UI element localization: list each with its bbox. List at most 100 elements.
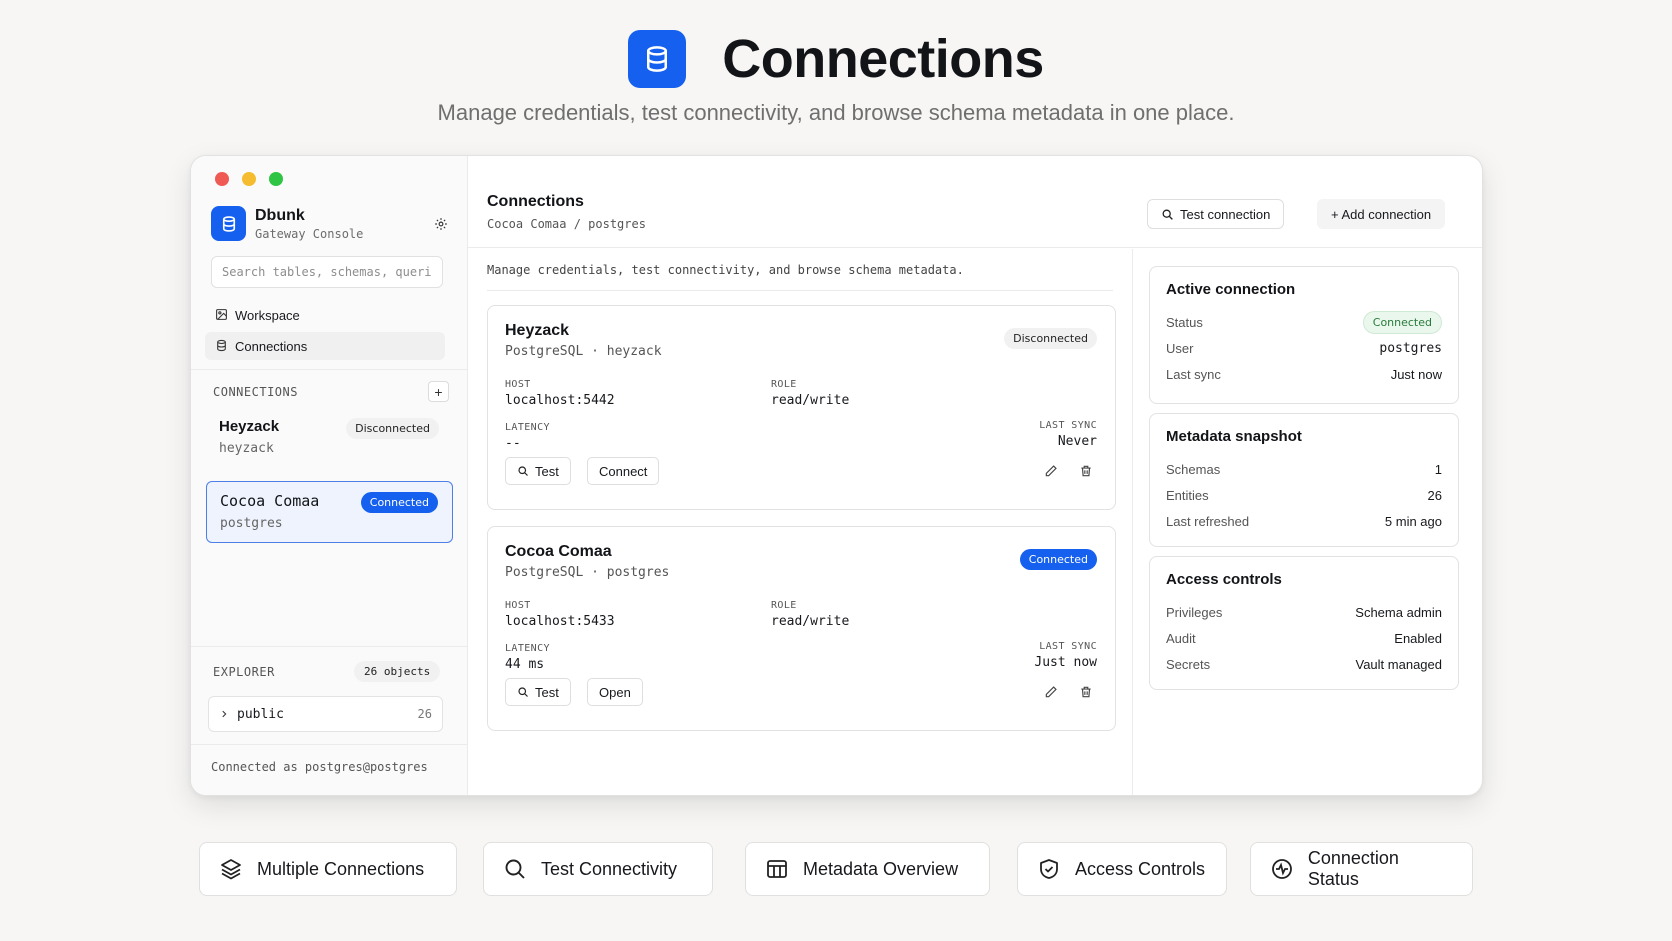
feature-test-connectivity: Test Connectivity	[483, 842, 713, 896]
shield-check-icon	[1036, 856, 1062, 882]
kv-value: Enabled	[1394, 630, 1442, 646]
connection-footer-status: Connected as postgres@postgres	[211, 760, 428, 774]
test-button[interactable]: Test	[505, 678, 571, 706]
status-badge: Connected	[1019, 549, 1097, 570]
edit-icon[interactable]	[1041, 682, 1061, 702]
latency-label: LATENCY	[505, 422, 550, 433]
last-sync-value: Just now	[1034, 655, 1097, 670]
database-icon	[211, 206, 246, 241]
table-icon	[764, 856, 790, 882]
kv-value: 1	[1434, 461, 1442, 477]
panel-title: Metadata snapshot	[1166, 428, 1302, 445]
search-icon	[502, 856, 528, 882]
nav-connections[interactable]: Connections	[205, 332, 445, 360]
search-icon	[517, 465, 529, 477]
feature-list: Multiple Connections Test Connectivity M…	[0, 842, 1672, 896]
explorer-count-badge: 26 objects	[354, 661, 441, 682]
test-button-label: Test	[535, 463, 559, 479]
nav-label: Connections	[235, 338, 308, 354]
kv-key: Entities	[1166, 487, 1209, 503]
connections-list: Manage credentials, test connectivity, a…	[468, 249, 1132, 795]
test-button[interactable]: Test	[505, 457, 571, 485]
divider	[191, 744, 468, 745]
add-connection-mini-button[interactable]: +	[428, 381, 449, 402]
kv-value: 5 min ago	[1384, 513, 1442, 529]
tree-item-label: public	[237, 706, 284, 722]
feature-label: Metadata Overview	[803, 858, 959, 879]
app-window: Dbunk Gateway Console Workspace Connecti…	[190, 155, 1483, 796]
kv-key: Last sync	[1166, 366, 1221, 382]
last-sync-label: LAST SYNC	[1039, 641, 1097, 652]
search-input[interactable]	[211, 256, 443, 288]
database-icon	[628, 30, 687, 88]
connect-button[interactable]: Connect	[587, 457, 660, 485]
breadcrumb: Cocoa Comaa / postgres	[487, 217, 646, 231]
panel-title: Active connection	[1166, 281, 1296, 298]
layers-icon	[218, 856, 244, 882]
test-connection-button[interactable]: Test connection	[1147, 199, 1285, 229]
brand: Dbunk Gateway Console	[211, 206, 451, 241]
chevron-right-icon	[219, 709, 229, 719]
kv-key: Status	[1166, 314, 1203, 330]
card-title: Cocoa Comaa	[505, 543, 612, 560]
host-label: HOST	[505, 379, 531, 390]
edit-icon[interactable]	[1041, 461, 1061, 481]
kv-key: Secrets	[1166, 656, 1211, 672]
role-value: read/write	[771, 393, 850, 408]
role-value: read/write	[771, 614, 850, 629]
database-icon	[215, 339, 229, 353]
search-icon	[517, 686, 529, 698]
card-subtitle: PostgreSQL · heyzack	[505, 344, 662, 359]
sidebar-connection-heyzack[interactable]: Heyzack heyzack Disconnected	[206, 408, 453, 470]
nav-workspace[interactable]: Workspace	[205, 301, 445, 329]
main-area: Connections Cocoa Comaa / postgres Test …	[468, 156, 1482, 795]
feature-connection-status: Connection Status	[1250, 842, 1473, 896]
nav-label: Workspace	[235, 307, 300, 323]
hero-title: Connections	[722, 29, 1044, 89]
open-button[interactable]: Open	[587, 678, 643, 706]
status-badge: Disconnected	[1004, 328, 1097, 349]
latency-label: LATENCY	[505, 643, 550, 654]
connection-card-cocoa-comaa: Cocoa Comaa PostgreSQL · postgres Connec…	[487, 526, 1116, 731]
kv-value: Just now	[1390, 366, 1442, 382]
page-title: Connections	[487, 193, 584, 210]
brand-name: Dbunk	[255, 206, 305, 224]
last-sync-label: LAST SYNC	[1039, 420, 1097, 431]
trash-icon[interactable]	[1076, 461, 1096, 481]
last-sync-value: Never	[1057, 434, 1097, 449]
activity-icon	[1269, 856, 1295, 882]
tree-item-public[interactable]: public 26	[208, 696, 443, 732]
details-panel: Active connection Status Connected User po…	[1133, 249, 1482, 795]
connections-section-label: CONNECTIONS	[213, 385, 298, 399]
status-badge: Connected	[1362, 310, 1442, 334]
gear-icon[interactable]	[431, 214, 451, 234]
description: Manage credentials, test connectivity, a…	[487, 263, 964, 277]
host-value: localhost:5433	[505, 614, 615, 629]
trash-icon[interactable]	[1076, 682, 1096, 702]
active-connection-panel: Active connection Status Connected User po…	[1149, 266, 1459, 404]
maximize-window-button[interactable]	[269, 172, 283, 186]
latency-value: 44 ms	[505, 657, 545, 672]
sidebar: Dbunk Gateway Console Workspace Connecti…	[191, 156, 468, 795]
sidebar-connection-cocoa-comaa[interactable]: Cocoa Comaa postgres Connected	[206, 481, 453, 543]
close-window-button[interactable]	[215, 172, 229, 186]
minimize-window-button[interactable]	[242, 172, 256, 186]
host-value: localhost:5442	[505, 393, 615, 408]
add-connection-button[interactable]: + Add connection	[1317, 199, 1446, 229]
latency-value: --	[505, 436, 521, 451]
image-icon	[215, 308, 229, 322]
hero: Connections Manage credentials, test con…	[0, 28, 1672, 126]
status-badge: Disconnected	[346, 418, 439, 439]
feature-label: Test Connectivity	[541, 858, 678, 879]
kv-value: Schema admin	[1355, 604, 1442, 620]
panel-title: Access controls	[1166, 571, 1282, 588]
window-controls	[215, 172, 283, 186]
divider	[191, 369, 468, 370]
kv-key: User	[1166, 340, 1194, 356]
role-label: ROLE	[771, 379, 797, 390]
feature-label: Multiple Connections	[257, 858, 425, 879]
connection-card-heyzack: Heyzack PostgreSQL · heyzack Disconnecte…	[487, 305, 1116, 510]
test-connection-label: Test connection	[1180, 206, 1271, 222]
kv-key: Schemas	[1166, 461, 1221, 477]
host-label: HOST	[505, 600, 531, 611]
